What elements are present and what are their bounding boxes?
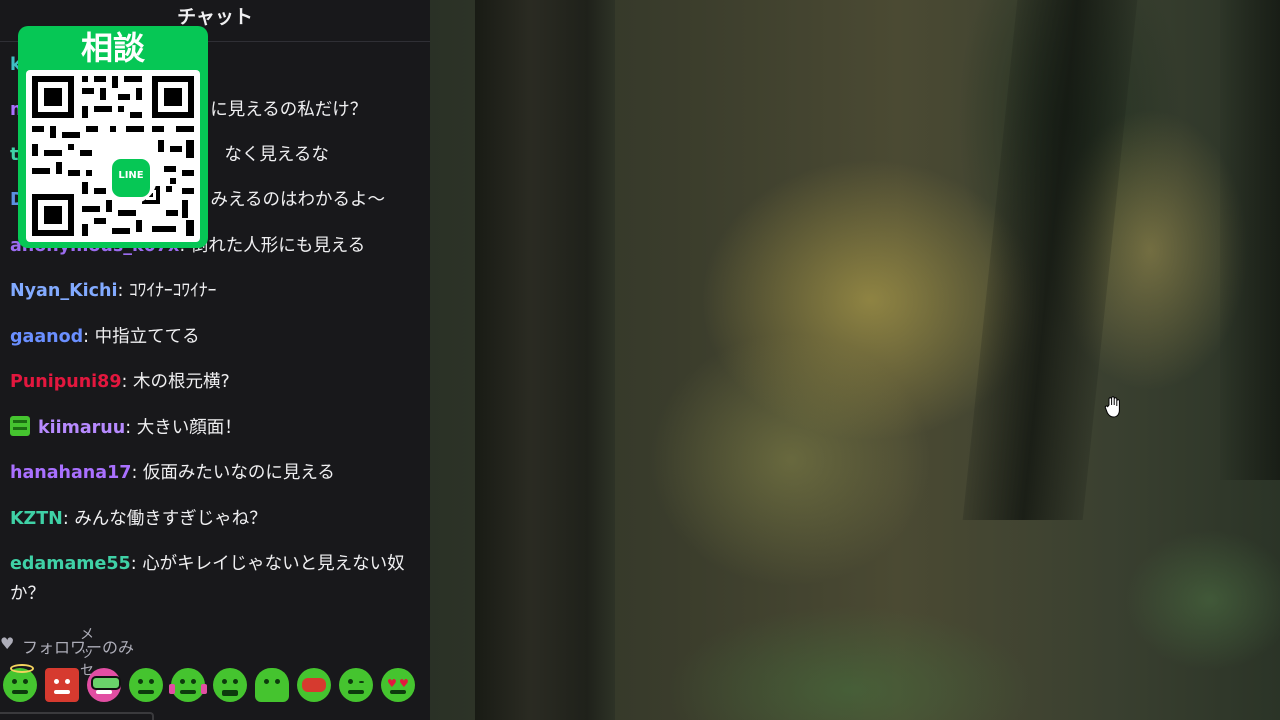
chat-text: 大きい顔面！ <box>136 418 242 438</box>
chat-username[interactable]: edamame55 <box>10 554 131 574</box>
chat-message: kiimaruu: 大きい顔面！ <box>10 413 415 443</box>
chat-panel: チャット k mに見えるの私だけ？ tなく見えるな Dみえるのはわかるよ〜 an… <box>0 0 430 720</box>
chat-title: チャット <box>177 6 253 28</box>
chat-message: KZTN: みんな働きすぎじゃね？ <box>10 509 267 529</box>
chat-text: みえるのはわかるよ〜 <box>210 190 386 210</box>
line-qr-overlay: 相談 LINE <box>18 26 208 248</box>
chat-username[interactable]: Punipuni89 <box>10 372 122 392</box>
chat-text: みんな働きすぎじゃね？ <box>74 509 267 529</box>
red-box-emote-icon[interactable] <box>45 668 79 702</box>
qr-title: 相談 <box>80 29 145 67</box>
qr-pattern-icon <box>32 76 194 236</box>
chat-text: 倒れた人形にも見える <box>190 236 366 256</box>
heart-icon: ♥ <box>0 634 15 653</box>
chat-message: Punipuni89: 木の根元横? <box>10 372 230 392</box>
chat-username[interactable]: gaanod <box>10 327 83 347</box>
wink-emote-icon[interactable] <box>339 668 373 702</box>
halo-emote-icon[interactable] <box>3 664 37 702</box>
chat-message: gaanod: 中指立ててる <box>10 327 200 347</box>
chat-message: edamame55: 心がキレイじゃないと見えない奴か？ <box>10 554 405 604</box>
heart-eyes-emote-icon[interactable]: ♥ ♥ <box>381 668 415 702</box>
qr-code <box>26 70 200 242</box>
tree-trunk <box>1220 0 1280 480</box>
glasses-emote-icon[interactable] <box>87 668 121 702</box>
smile-emote-icon[interactable] <box>129 668 163 702</box>
chat-username[interactable]: Nyan_Kichi <box>10 281 117 301</box>
follower-only-label: フォロワーのみ <box>22 638 135 657</box>
chat-username[interactable]: kiimaruu <box>38 418 125 438</box>
chat-text: 中指立ててる <box>94 327 200 347</box>
grin-emote-icon[interactable] <box>213 668 247 702</box>
chat-text: に見えるの私だけ？ <box>210 100 368 120</box>
line-logo-text: LINE <box>118 170 144 181</box>
chat-text: なく見えるな <box>224 145 329 165</box>
tree-trunk <box>962 0 1138 520</box>
chat-input-box[interactable] <box>0 712 154 720</box>
emote-bar: ♥ ♥ <box>0 664 430 708</box>
video-player[interactable] <box>430 0 1280 720</box>
tree-trunk <box>475 0 615 720</box>
headphone-emote-icon[interactable] <box>169 668 207 702</box>
red-face-emote-icon[interactable] <box>297 668 331 702</box>
subscriber-badge-icon[interactable] <box>10 416 30 436</box>
chat-text: 木の根元横? <box>133 372 230 392</box>
chat-message: Nyan_Kichi: ｺﾜｲﾅｰｺﾜｲﾅｰ <box>10 281 217 301</box>
chat-text: 仮面みたいなのに見える <box>142 463 335 483</box>
chat-text: ｺﾜｲﾅｰｺﾜｲﾅｰ <box>128 281 217 301</box>
chat-message: hanahana17: 仮面みたいなのに見える <box>10 463 335 483</box>
chat-username[interactable]: KZTN <box>10 509 63 529</box>
chat-username[interactable]: hanahana17 <box>10 463 131 483</box>
ghost-emote-icon[interactable] <box>255 668 289 702</box>
hand-cursor-icon <box>1104 396 1120 418</box>
line-logo-icon: LINE <box>108 155 154 201</box>
